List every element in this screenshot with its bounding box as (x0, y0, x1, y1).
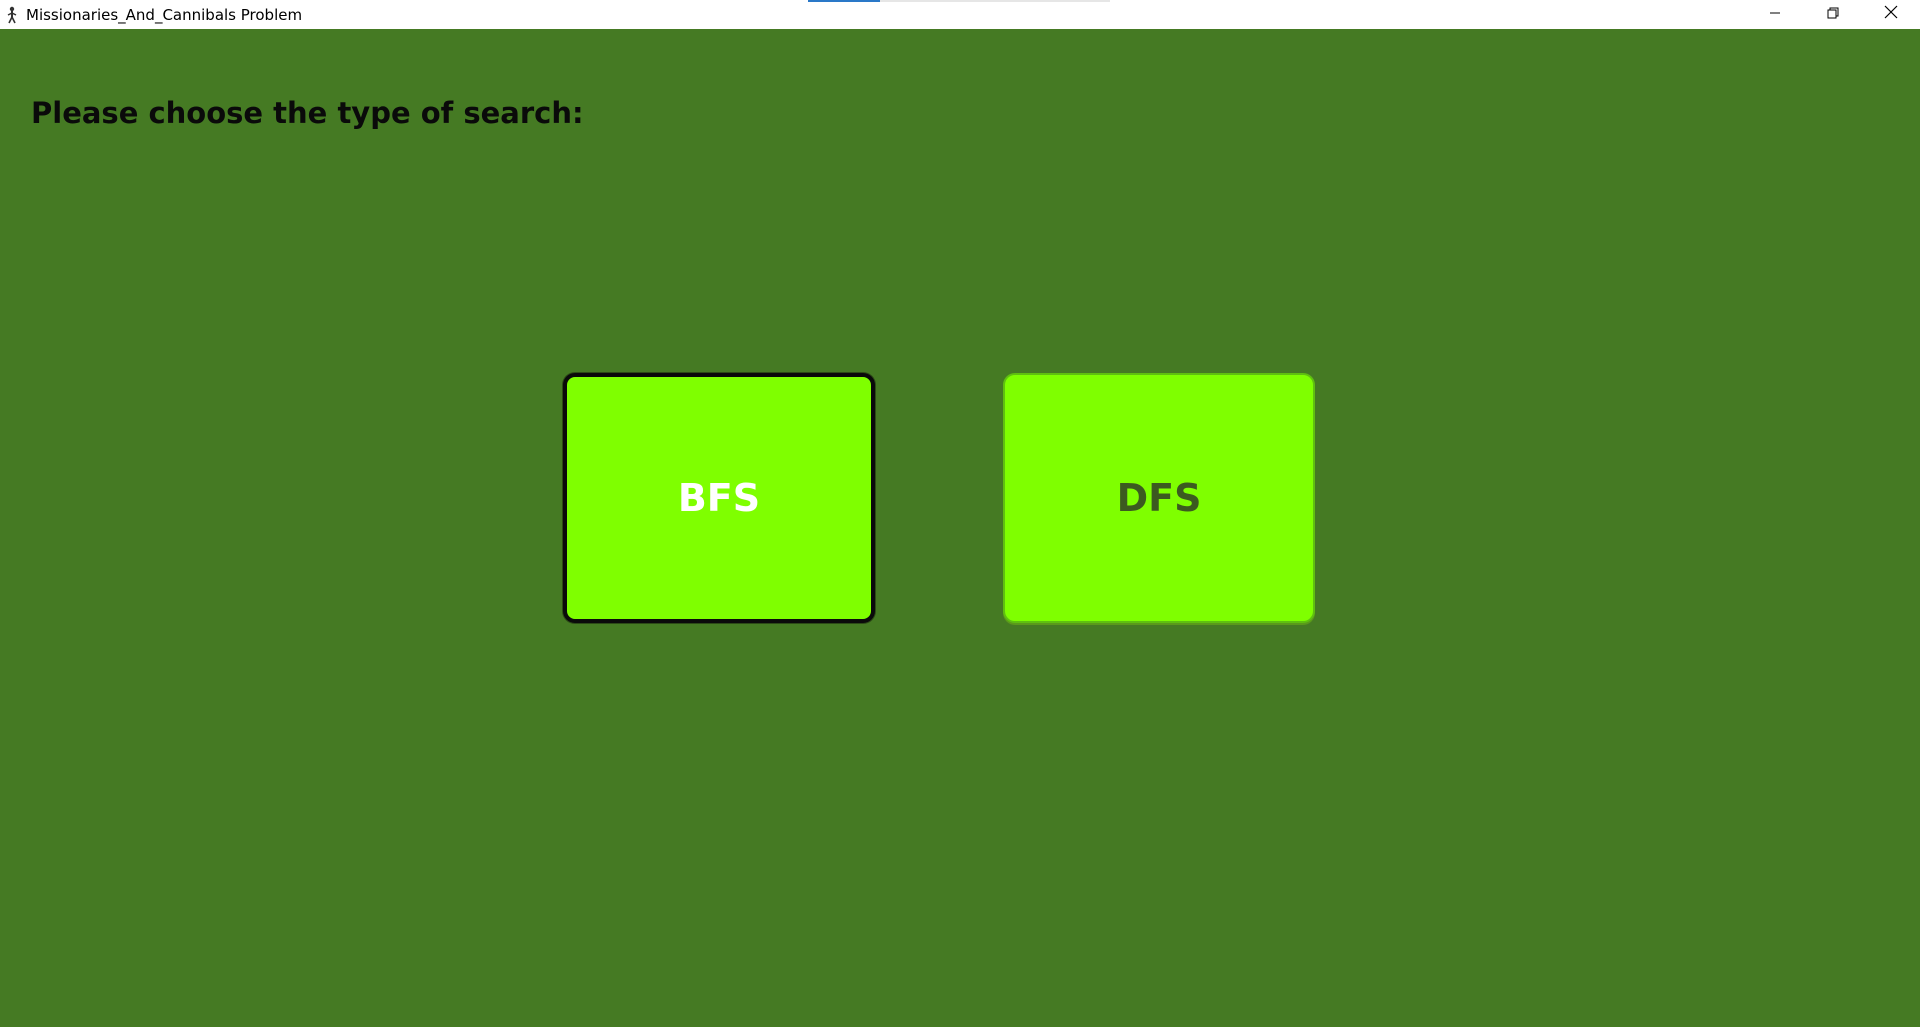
close-icon (1884, 5, 1898, 24)
restore-icon (1827, 6, 1839, 24)
dfs-button[interactable]: DFS (1003, 373, 1315, 623)
page-heading: Please choose the type of search: (31, 96, 584, 130)
minimize-icon (1769, 6, 1781, 24)
app-window: Missionaries_And_Cannibals Problem Pleas… (0, 0, 1920, 1027)
maximize-button[interactable] (1804, 0, 1862, 29)
minimize-button[interactable] (1746, 0, 1804, 29)
window-title: Missionaries_And_Cannibals Problem (26, 5, 303, 24)
title-bar[interactable]: Missionaries_And_Cannibals Problem (0, 0, 1920, 29)
close-button[interactable] (1862, 0, 1920, 29)
stick-figure-icon (6, 6, 18, 24)
bfs-button[interactable]: BFS (563, 373, 875, 623)
title-loading-bar (808, 0, 1110, 2)
window-controls (1746, 0, 1920, 29)
title-loading-bar-fill (808, 0, 881, 2)
